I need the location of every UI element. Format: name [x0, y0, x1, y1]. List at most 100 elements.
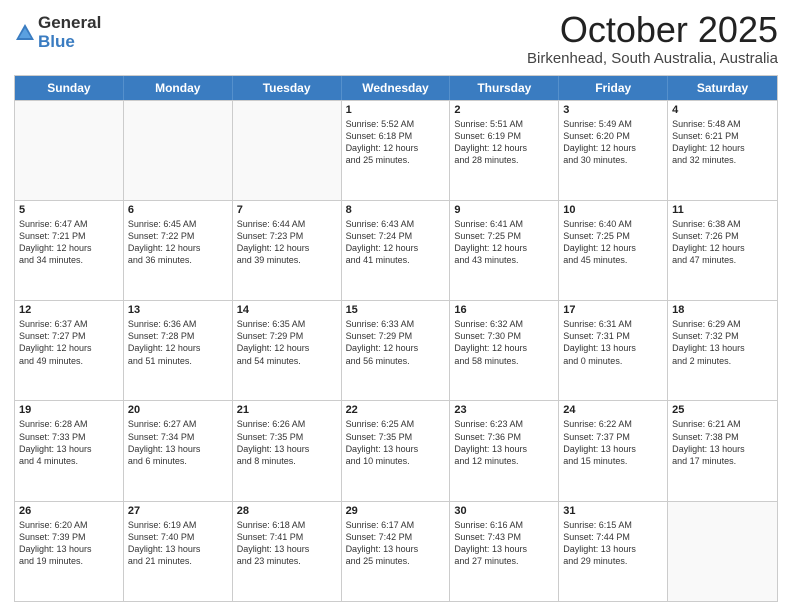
calendar-cell-8: 8 Sunrise: 6:43 AM Sunset: 7:24 PM Daylig…	[342, 201, 451, 300]
calendar-cell-10: 10 Sunrise: 6:40 AM Sunset: 7:25 PM Dayli…	[559, 201, 668, 300]
calendar-cell-7: 7 Sunrise: 6:44 AM Sunset: 7:23 PM Daylig…	[233, 201, 342, 300]
cell-info: Sunrise: 6:45 AM Sunset: 7:22 PM Dayligh…	[128, 218, 228, 267]
day-number: 5	[19, 204, 119, 216]
day-number: 31	[563, 505, 663, 517]
location-subtitle: Birkenhead, South Australia, Australia	[527, 50, 778, 67]
calendar-cell-29: 29 Sunrise: 6:17 AM Sunset: 7:42 PM Dayli…	[342, 502, 451, 601]
calendar-cell-17: 17 Sunrise: 6:31 AM Sunset: 7:31 PM Dayli…	[559, 301, 668, 400]
day-header-sunday: Sunday	[15, 76, 124, 100]
cell-info: Sunrise: 6:23 AM Sunset: 7:36 PM Dayligh…	[454, 418, 554, 467]
cell-info: Sunrise: 6:47 AM Sunset: 7:21 PM Dayligh…	[19, 218, 119, 267]
day-number: 30	[454, 505, 554, 517]
calendar-cell-31: 31 Sunrise: 6:15 AM Sunset: 7:44 PM Dayli…	[559, 502, 668, 601]
cell-info: Sunrise: 5:51 AM Sunset: 6:19 PM Dayligh…	[454, 118, 554, 167]
cell-info: Sunrise: 6:21 AM Sunset: 7:38 PM Dayligh…	[672, 418, 773, 467]
calendar-cell-empty	[124, 101, 233, 200]
calendar-cell-2: 2 Sunrise: 5:51 AM Sunset: 6:19 PM Daylig…	[450, 101, 559, 200]
calendar-cell-28: 28Sunrise: 6:18 AM Sunset: 7:41 PM Dayli…	[233, 502, 342, 601]
calendar-cell-16: 16Sunrise: 6:32 AM Sunset: 7:30 PM Dayli…	[450, 301, 559, 400]
cell-info: Sunrise: 6:43 AM Sunset: 7:24 PM Dayligh…	[346, 218, 446, 267]
cell-info: Sunrise: 5:48 AM Sunset: 6:21 PM Dayligh…	[672, 118, 773, 167]
cell-info: Sunrise: 6:22 AM Sunset: 7:37 PM Dayligh…	[563, 418, 663, 467]
cell-info: Sunrise: 6:20 AM Sunset: 7:39 PM Dayligh…	[19, 519, 119, 568]
calendar-cell-18: 18Sunrise: 6:29 AM Sunset: 7:32 PM Dayli…	[668, 301, 777, 400]
day-number: 13	[128, 304, 228, 316]
day-number: 4	[672, 104, 773, 116]
calendar-cell-9: 9Sunrise: 6:41 AM Sunset: 7:25 PM Daylig…	[450, 201, 559, 300]
day-header-saturday: Saturday	[668, 76, 777, 100]
calendar-cell-3: 3 Sunrise: 5:49 AM Sunset: 6:20 PM Daylig…	[559, 101, 668, 200]
cell-info: Sunrise: 6:15 AM Sunset: 7:44 PM Dayligh…	[563, 519, 663, 568]
day-number: 26	[19, 505, 119, 517]
calendar-row-3: 12 Sunrise: 6:37 AM Sunset: 7:27 PM Dayli…	[15, 300, 777, 400]
calendar-cell-12: 12 Sunrise: 6:37 AM Sunset: 7:27 PM Dayli…	[15, 301, 124, 400]
cell-info: Sunrise: 6:26 AM Sunset: 7:35 PM Dayligh…	[237, 418, 337, 467]
calendar-cell-26: 26 Sunrise: 6:20 AM Sunset: 7:39 PM Dayli…	[15, 502, 124, 601]
calendar: SundayMondayTuesdayWednesdayThursdayFrid…	[14, 75, 778, 602]
page-container: General Blue October 2025 Birkenhead, So…	[0, 0, 792, 612]
calendar-cell-11: 11 Sunrise: 6:38 AM Sunset: 7:26 PM Dayli…	[668, 201, 777, 300]
cell-info: Sunrise: 6:25 AM Sunset: 7:35 PM Dayligh…	[346, 418, 446, 467]
calendar-cell-27: 27 Sunrise: 6:19 AM Sunset: 7:40 PM Dayli…	[124, 502, 233, 601]
cell-info: Sunrise: 6:44 AM Sunset: 7:23 PM Dayligh…	[237, 218, 337, 267]
calendar-cell-19: 19 Sunrise: 6:28 AM Sunset: 7:33 PM Dayli…	[15, 401, 124, 500]
cell-info: Sunrise: 6:19 AM Sunset: 7:40 PM Dayligh…	[128, 519, 228, 568]
cell-info: Sunrise: 6:32 AM Sunset: 7:30 PM Dayligh…	[454, 318, 554, 367]
day-header-wednesday: Wednesday	[342, 76, 451, 100]
logo-blue: Blue	[38, 33, 101, 52]
logo: General Blue	[14, 14, 101, 51]
day-number: 25	[672, 404, 773, 416]
day-header-thursday: Thursday	[450, 76, 559, 100]
day-number: 29	[346, 505, 446, 517]
calendar-cell-13: 13 Sunrise: 6:36 AM Sunset: 7:28 PM Dayli…	[124, 301, 233, 400]
page-header: General Blue October 2025 Birkenhead, So…	[14, 10, 778, 67]
calendar-cell-21: 21 Sunrise: 6:26 AM Sunset: 7:35 PM Dayli…	[233, 401, 342, 500]
day-header-tuesday: Tuesday	[233, 76, 342, 100]
cell-info: Sunrise: 6:18 AM Sunset: 7:41 PM Dayligh…	[237, 519, 337, 568]
cell-info: Sunrise: 6:31 AM Sunset: 7:31 PM Dayligh…	[563, 318, 663, 367]
calendar-cell-empty	[15, 101, 124, 200]
calendar-cell-22: 22Sunrise: 6:25 AM Sunset: 7:35 PM Dayli…	[342, 401, 451, 500]
day-number: 20	[128, 404, 228, 416]
day-number: 24	[563, 404, 663, 416]
day-number: 27	[128, 505, 228, 517]
day-number: 10	[563, 204, 663, 216]
day-number: 18	[672, 304, 773, 316]
day-number: 15	[346, 304, 446, 316]
calendar-cell-24: 24 Sunrise: 6:22 AM Sunset: 7:37 PM Dayli…	[559, 401, 668, 500]
calendar-cell-empty	[233, 101, 342, 200]
cell-info: Sunrise: 6:17 AM Sunset: 7:42 PM Dayligh…	[346, 519, 446, 568]
logo-text: General Blue	[38, 14, 101, 51]
day-header-monday: Monday	[124, 76, 233, 100]
cell-info: Sunrise: 6:28 AM Sunset: 7:33 PM Dayligh…	[19, 418, 119, 467]
day-number: 11	[672, 204, 773, 216]
cell-info: Sunrise: 6:40 AM Sunset: 7:25 PM Dayligh…	[563, 218, 663, 267]
calendar-row-5: 26 Sunrise: 6:20 AM Sunset: 7:39 PM Dayli…	[15, 501, 777, 601]
calendar-row-1: 1Sunrise: 5:52 AM Sunset: 6:18 PM Daylig…	[15, 100, 777, 200]
title-block: October 2025 Birkenhead, South Australia…	[527, 10, 778, 67]
cell-info: Sunrise: 6:33 AM Sunset: 7:29 PM Dayligh…	[346, 318, 446, 367]
calendar-cell-5: 5 Sunrise: 6:47 AM Sunset: 7:21 PM Daylig…	[15, 201, 124, 300]
day-number: 2	[454, 104, 554, 116]
logo-icon	[14, 22, 36, 44]
cell-info: Sunrise: 6:36 AM Sunset: 7:28 PM Dayligh…	[128, 318, 228, 367]
cell-info: Sunrise: 6:37 AM Sunset: 7:27 PM Dayligh…	[19, 318, 119, 367]
cell-info: Sunrise: 6:38 AM Sunset: 7:26 PM Dayligh…	[672, 218, 773, 267]
day-number: 12	[19, 304, 119, 316]
day-number: 21	[237, 404, 337, 416]
calendar-cell-4: 4 Sunrise: 5:48 AM Sunset: 6:21 PM Daylig…	[668, 101, 777, 200]
day-number: 8	[346, 204, 446, 216]
cell-info: Sunrise: 5:49 AM Sunset: 6:20 PM Dayligh…	[563, 118, 663, 167]
calendar-cell-23: 23Sunrise: 6:23 AM Sunset: 7:36 PM Dayli…	[450, 401, 559, 500]
cell-info: Sunrise: 6:27 AM Sunset: 7:34 PM Dayligh…	[128, 418, 228, 467]
day-number: 7	[237, 204, 337, 216]
calendar-cell-25: 25 Sunrise: 6:21 AM Sunset: 7:38 PM Dayli…	[668, 401, 777, 500]
calendar-header-row: SundayMondayTuesdayWednesdayThursdayFrid…	[15, 76, 777, 100]
day-number: 17	[563, 304, 663, 316]
day-number: 3	[563, 104, 663, 116]
calendar-cell-1: 1Sunrise: 5:52 AM Sunset: 6:18 PM Daylig…	[342, 101, 451, 200]
cell-info: Sunrise: 6:41 AM Sunset: 7:25 PM Dayligh…	[454, 218, 554, 267]
calendar-cell-30: 30Sunrise: 6:16 AM Sunset: 7:43 PM Dayli…	[450, 502, 559, 601]
day-number: 19	[19, 404, 119, 416]
calendar-row-2: 5 Sunrise: 6:47 AM Sunset: 7:21 PM Daylig…	[15, 200, 777, 300]
